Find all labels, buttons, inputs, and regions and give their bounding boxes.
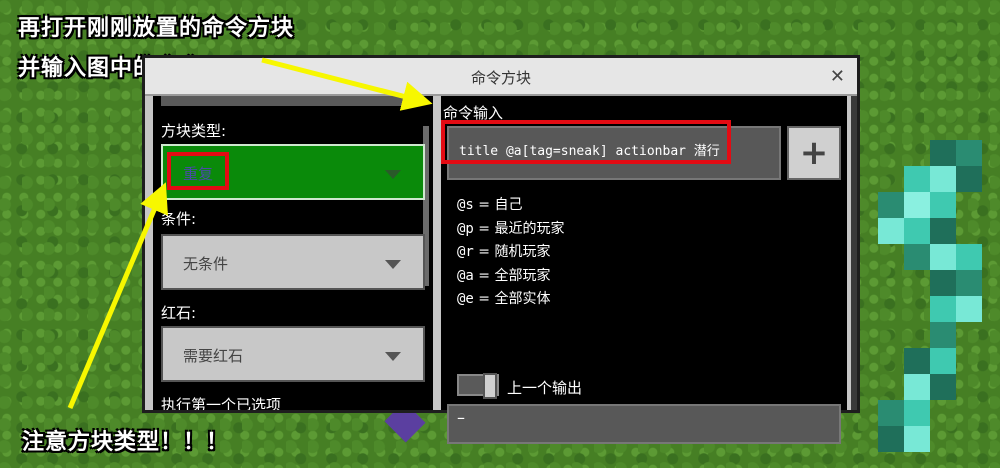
previous-output-toggle[interactable] bbox=[457, 373, 499, 399]
settings-panel: 方块类型: 重复 条件: 无条件 红石: 需要红石 执行第一个已选项 bbox=[153, 96, 433, 410]
condition-value: 无条件 bbox=[183, 255, 229, 273]
help-row: @a = 全部玩家 bbox=[457, 267, 551, 284]
dialog-titlebar: 命令方块 ✕ bbox=[145, 58, 857, 96]
help-row: @p = 最近的玩家 bbox=[457, 220, 565, 237]
dialog-title: 命令方块 bbox=[470, 69, 531, 87]
close-icon[interactable]: ✕ bbox=[830, 66, 845, 87]
previous-output-label: 上一个输出 bbox=[507, 379, 583, 397]
command-highlight bbox=[441, 120, 731, 164]
chevron-down-icon bbox=[385, 260, 401, 269]
condition-dropdown[interactable]: 无条件 bbox=[161, 234, 425, 290]
previous-output-field: – bbox=[447, 404, 841, 444]
command-panel: 命令输入 title @a[tag=sneak] actionbar 潜行 + … bbox=[441, 96, 857, 444]
diamond-sword-icon bbox=[878, 140, 982, 452]
redstone-label: 红石: bbox=[161, 304, 197, 322]
block-type-highlight bbox=[167, 152, 229, 190]
toggle-knob bbox=[483, 373, 497, 399]
help-row: @r = 随机玩家 bbox=[457, 244, 551, 260]
panel-divider bbox=[433, 96, 441, 410]
command-block-dialog: 命令方块 ✕ 方块类型: 重复 条件: 无条件 红石: 需要红石 执行第一个已选… bbox=[142, 55, 860, 444]
execute-first-label: 执行第一个已选项 bbox=[161, 396, 282, 410]
redstone-dropdown[interactable]: 需要红石 bbox=[161, 326, 425, 382]
chevron-down-icon bbox=[385, 352, 401, 361]
chevron-down-icon bbox=[385, 170, 401, 179]
add-command-button[interactable]: + bbox=[787, 126, 841, 180]
block-type-warning: 注意方块类型！！！ bbox=[22, 430, 230, 455]
condition-label: 条件: bbox=[161, 210, 197, 228]
selector-help: @s = 自己 @p = 最近的玩家 @r = 随机玩家 @a = 全部玩家 @… bbox=[457, 194, 565, 312]
command-scrollbar[interactable] bbox=[851, 96, 857, 410]
settings-top-strip bbox=[161, 96, 413, 106]
redstone-value: 需要红石 bbox=[183, 347, 244, 365]
help-row: @s = 自己 bbox=[457, 197, 523, 213]
help-row: @e = 全部实体 bbox=[457, 291, 551, 307]
instruction-line-1: 再打开刚刚放置的命令方块 bbox=[18, 16, 295, 41]
block-type-label: 方块类型: bbox=[161, 122, 227, 140]
